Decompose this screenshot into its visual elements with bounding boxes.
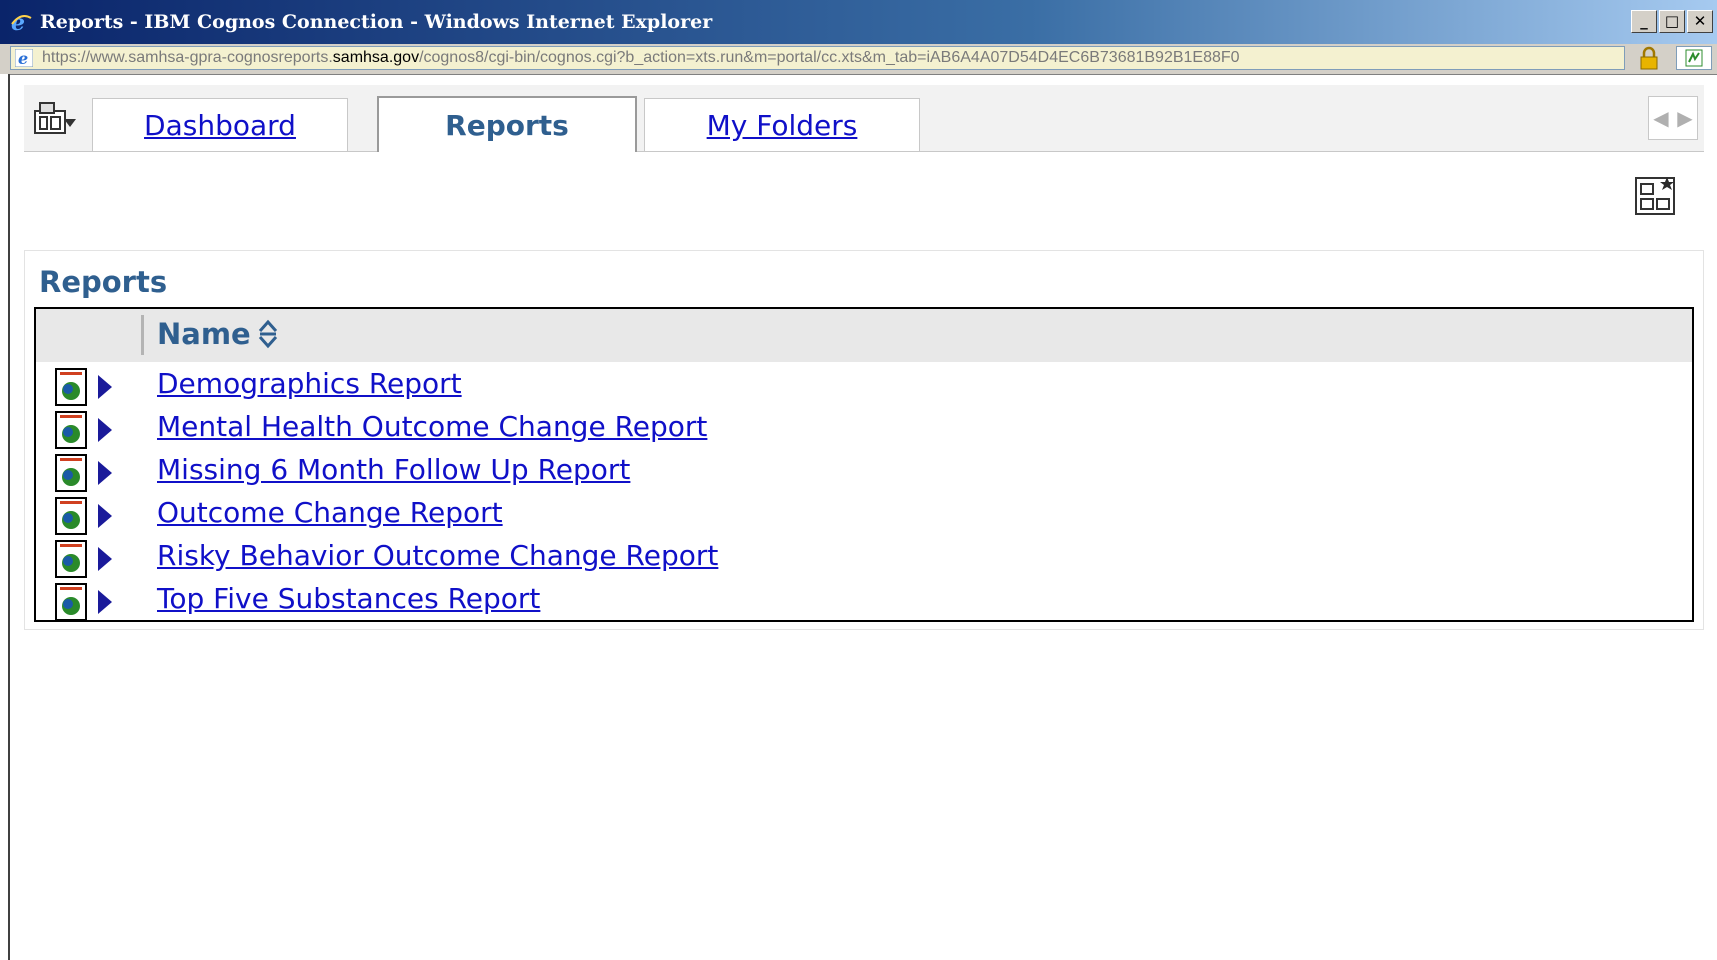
lock-icon[interactable] [1630, 46, 1668, 70]
sort-icon[interactable] [257, 319, 279, 349]
column-divider[interactable] [141, 315, 144, 355]
tab-reports[interactable]: Reports [377, 96, 637, 152]
scroll-left-icon[interactable]: ◀ [1649, 97, 1673, 139]
tab-reports-label: Reports [445, 108, 569, 142]
report-link[interactable]: Missing 6 Month Follow Up Report [157, 453, 630, 486]
tab-scroll-control: ◀ ▶ [1648, 96, 1698, 140]
page-favicon-icon: e [14, 48, 34, 68]
report-icon[interactable] [54, 583, 88, 621]
list-header: Name [36, 309, 1692, 362]
reports-list: Name Demographics Report Mental Health O… [34, 307, 1694, 622]
maximize-button[interactable]: □ [1659, 10, 1685, 33]
run-arrow-icon[interactable] [96, 416, 114, 444]
ie-icon: e [8, 9, 34, 35]
report-link[interactable]: Demographics Report [157, 367, 462, 400]
run-arrow-icon[interactable] [96, 459, 114, 487]
run-arrow-icon[interactable] [96, 588, 114, 616]
report-icon[interactable] [54, 368, 88, 406]
tab-my-folders-label[interactable]: My Folders [707, 109, 858, 142]
name-column-label[interactable]: Name [157, 317, 251, 351]
portlet-title: Reports [39, 265, 168, 299]
page-layout-icon[interactable] [1634, 174, 1678, 218]
run-arrow-icon[interactable] [96, 545, 114, 573]
address-field[interactable]: e https://www.samhsa-gpra-cognosreports.… [10, 46, 1625, 70]
list-item: Demographics Report [36, 365, 1692, 408]
report-icon[interactable] [54, 454, 88, 492]
window-frame [0, 74, 10, 960]
portal-tools-icon[interactable] [32, 99, 78, 137]
window-title-bar: e Reports - IBM Cognos Connection - Wind… [0, 0, 1717, 44]
report-icon[interactable] [54, 540, 88, 578]
tab-dashboard-label[interactable]: Dashboard [144, 109, 296, 142]
tab-dashboard[interactable]: Dashboard [92, 98, 348, 151]
svg-text:e: e [18, 49, 28, 67]
minimize-button[interactable]: _ [1631, 10, 1657, 33]
address-bar: e https://www.samhsa-gpra-cognosreports.… [0, 44, 1717, 75]
list-item: Missing 6 Month Follow Up Report [36, 451, 1692, 494]
report-icon[interactable] [54, 411, 88, 449]
run-arrow-icon[interactable] [96, 373, 114, 401]
name-column-header[interactable]: Name [157, 317, 279, 351]
report-link[interactable]: Outcome Change Report [157, 496, 503, 529]
list-item: Top Five Substances Report [36, 580, 1692, 623]
compatibility-icon[interactable] [1676, 46, 1712, 70]
tab-my-folders[interactable]: My Folders [644, 98, 920, 151]
list-item: Mental Health Outcome Change Report [36, 408, 1692, 451]
list-item: Risky Behavior Outcome Change Report [36, 537, 1692, 580]
reports-portlet: Reports Name Demographics Report Mental … [24, 250, 1704, 630]
list-item: Outcome Change Report [36, 494, 1692, 537]
window-title: Reports - IBM Cognos Connection - Window… [40, 11, 713, 33]
run-arrow-icon[interactable] [96, 502, 114, 530]
report-link[interactable]: Top Five Substances Report [157, 582, 540, 615]
report-link[interactable]: Risky Behavior Outcome Change Report [157, 539, 718, 572]
portal-tab-bar: Dashboard Reports My Folders ◀ ▶ [24, 85, 1704, 152]
close-button[interactable]: ✕ [1687, 10, 1713, 33]
address-url: https://www.samhsa-gpra-cognosreports.sa… [42, 49, 1240, 66]
report-icon[interactable] [54, 497, 88, 535]
report-link[interactable]: Mental Health Outcome Change Report [157, 410, 707, 443]
scroll-right-icon[interactable]: ▶ [1673, 97, 1697, 139]
